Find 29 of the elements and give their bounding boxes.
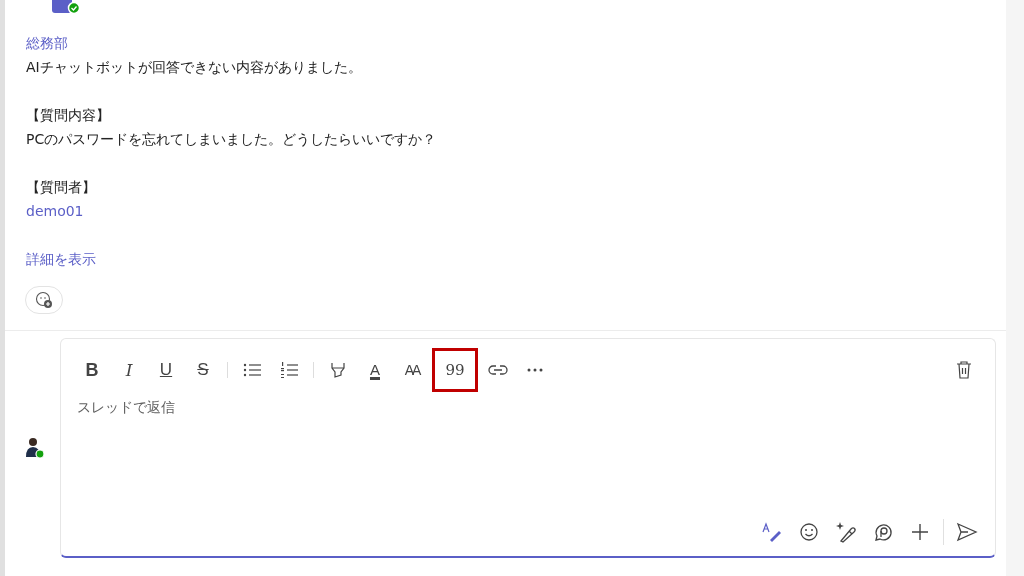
bold-button[interactable]: B: [75, 353, 109, 387]
highlighter-icon: [329, 361, 347, 379]
text-format-icon: [761, 522, 783, 542]
fontcolor-button[interactable]: A: [358, 353, 392, 387]
send-icon: [956, 522, 978, 542]
italic-button[interactable]: I: [112, 353, 146, 387]
link-icon: [488, 363, 508, 377]
section-heading: 【質問内容】: [26, 106, 110, 125]
quote-button[interactable]: 99: [432, 348, 478, 392]
details-link[interactable]: 詳細を表示: [26, 247, 96, 271]
fontsize-button[interactable]: AA: [395, 353, 429, 387]
department-mention[interactable]: 総務部: [26, 31, 68, 55]
message-text: PCのパスワードを忘れてしまいました。どうしたらいいですか？: [26, 130, 437, 149]
sparkle-pen-icon: [835, 521, 857, 543]
plus-icon: [910, 522, 930, 542]
user-mention[interactable]: demo01: [26, 199, 84, 223]
more-icon: [526, 367, 544, 373]
loop-icon: [873, 522, 893, 542]
bulleted-list-icon: [242, 362, 262, 378]
emoji-icon: [799, 522, 819, 542]
emoji-add-icon: [35, 291, 53, 309]
section-heading: 【質問者】: [26, 178, 96, 197]
strike-button[interactable]: S: [186, 353, 220, 387]
trash-icon: [955, 360, 973, 380]
user-avatar-icon: [25, 437, 45, 459]
underline-button[interactable]: U: [149, 353, 183, 387]
message-text: AIチャットボットが回答できない内容がありました。: [26, 58, 362, 77]
numbered-list-icon: [279, 361, 299, 379]
add-reaction-button[interactable]: [25, 286, 63, 314]
